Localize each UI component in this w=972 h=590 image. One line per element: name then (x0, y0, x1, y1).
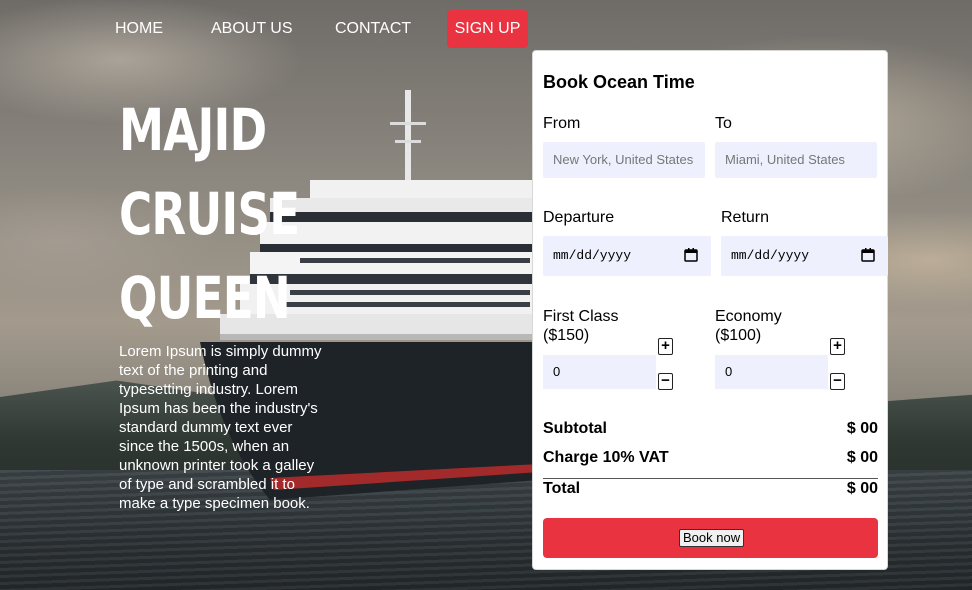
signup-button[interactable]: SIGN UP (447, 10, 528, 48)
economy-label-price: ($100) (715, 327, 762, 344)
nav-contact-link[interactable]: CONTACT (335, 10, 411, 48)
hero-title-line-1: MAJID (119, 96, 267, 164)
calendar-icon[interactable] (684, 248, 698, 262)
vat-value: $ 00 (846, 449, 878, 466)
economy-label: Economy ($100) (715, 307, 782, 345)
departure-date-input[interactable]: mm/dd/yyyy (543, 236, 711, 276)
subtotal-label: Subtotal (543, 420, 607, 437)
first-class-label: First Class ($150) (543, 307, 619, 345)
from-label: From (543, 115, 581, 132)
hero-title: MAJID CRUISE QUEEN (119, 88, 300, 340)
nav-home-link[interactable]: HOME (115, 10, 163, 48)
booking-card: Book Ocean Time From New York, United St… (532, 50, 888, 570)
vat-row: Charge 10% VAT $ 00 (543, 449, 878, 469)
from-input[interactable]: New York, United States (543, 142, 705, 178)
total-label: Total (543, 480, 581, 497)
first-class-plus-button[interactable]: + (658, 338, 673, 355)
departure-date-value: mm/dd/yyyy (553, 248, 632, 263)
to-input[interactable]: Miami, United States (715, 142, 877, 178)
book-now-button[interactable]: Book now (679, 529, 745, 547)
top-navigation: HOME ABOUT US CONTACT SIGN UP (0, 10, 560, 48)
summary-divider (543, 478, 878, 479)
economy-label-name: Economy (715, 308, 782, 325)
first-class-quantity-input[interactable]: 0 (543, 355, 656, 389)
subtotal-row: Subtotal $ 00 (543, 420, 878, 440)
subtotal-value: $ 00 (846, 420, 878, 437)
economy-quantity-input[interactable]: 0 (715, 355, 828, 389)
to-label: To (715, 115, 732, 132)
departure-label: Departure (543, 209, 615, 226)
hero-description: Lorem Ipsum is simply dummy text of the … (119, 343, 322, 512)
total-value: $ 00 (846, 480, 878, 497)
return-date-input[interactable]: mm/dd/yyyy (721, 236, 888, 276)
total-row: Total $ 00 (543, 480, 878, 500)
first-class-minus-button[interactable]: − (658, 373, 673, 390)
first-class-label-price: ($150) (543, 327, 590, 344)
first-class-label-name: First Class (543, 308, 619, 325)
nav-about-link[interactable]: ABOUT US (211, 10, 293, 48)
book-now-bar[interactable]: Book now (543, 518, 878, 558)
economy-plus-button[interactable]: + (830, 338, 845, 355)
vat-label: Charge 10% VAT (543, 449, 669, 466)
hero-title-line-3: QUEEN (119, 264, 291, 332)
return-date-value: mm/dd/yyyy (731, 248, 810, 263)
return-label: Return (721, 209, 770, 226)
hero-title-line-2: CRUISE (119, 180, 300, 248)
economy-minus-button[interactable]: − (830, 373, 845, 390)
calendar-icon[interactable] (861, 248, 875, 262)
booking-title: Book Ocean Time (543, 72, 695, 92)
